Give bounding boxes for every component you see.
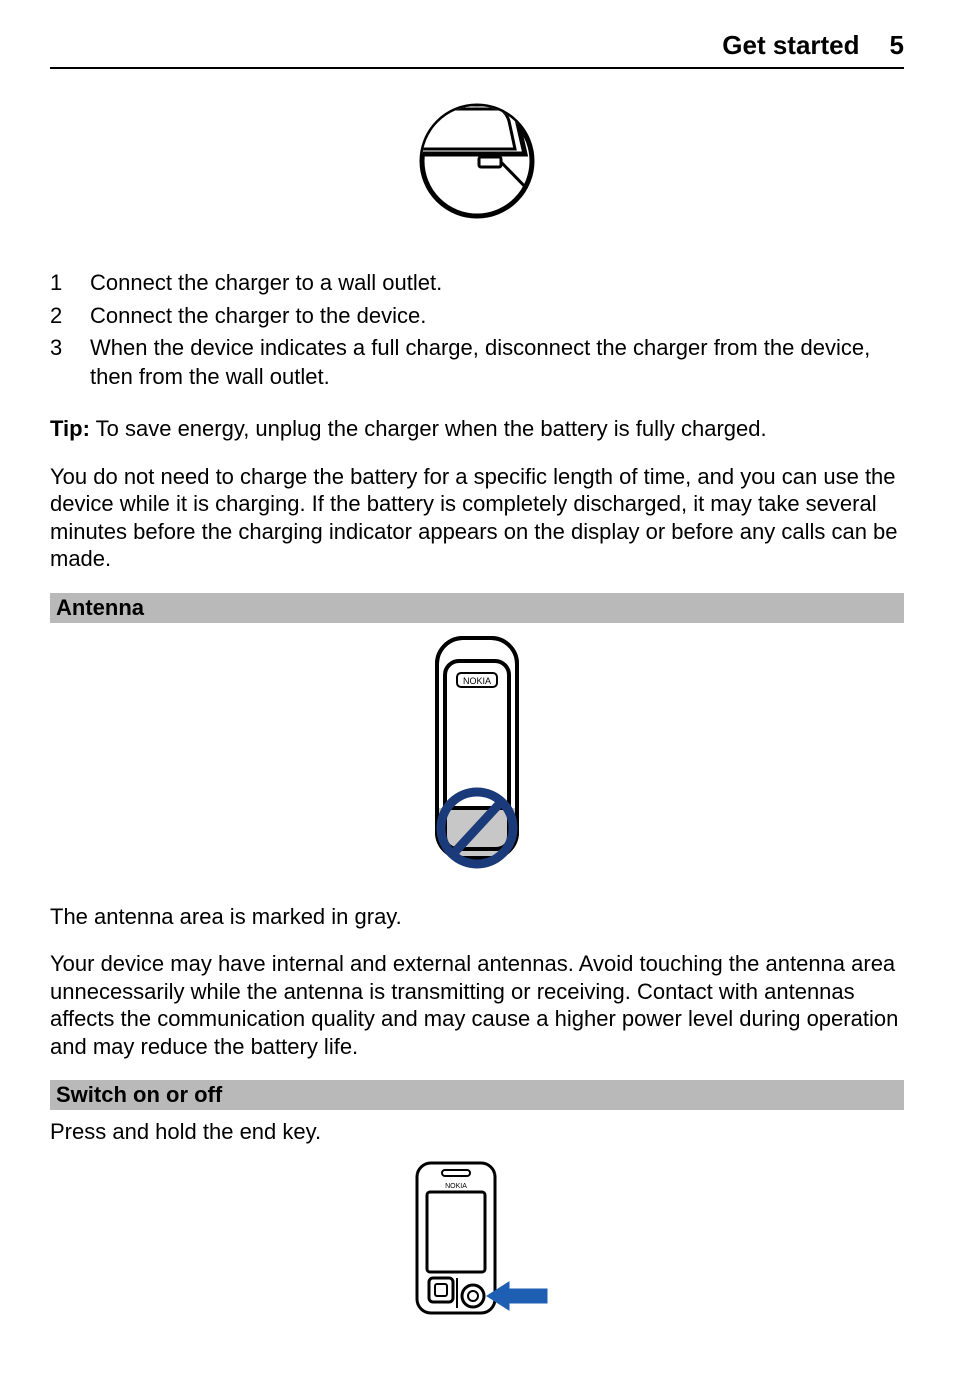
page-number: 5: [890, 30, 904, 61]
step-number: 3: [50, 334, 68, 391]
step-text: Connect the charger to the device.: [90, 302, 426, 331]
header-title: Get started: [722, 30, 859, 61]
section-heading-switch: Switch on or off: [50, 1080, 904, 1110]
step-number: 1: [50, 269, 68, 298]
tip-label: Tip:: [50, 416, 90, 441]
antenna-caption: The antenna area is marked in gray.: [50, 903, 904, 931]
tip-text: To save energy, unplug the charger when …: [90, 416, 767, 441]
section-heading-antenna: Antenna: [50, 593, 904, 623]
list-item: 1 Connect the charger to a wall outlet.: [50, 269, 904, 298]
nokia-label: NOKIA: [463, 676, 491, 686]
phone-back-icon: NOKIA: [407, 633, 547, 873]
page-header: Get started 5: [50, 30, 904, 61]
header-rule: [50, 67, 904, 69]
charge-paragraph: You do not need to charge the battery fo…: [50, 463, 904, 573]
charger-icon: [407, 99, 547, 239]
antenna-body: Your device may have internal and extern…: [50, 950, 904, 1060]
step-number: 2: [50, 302, 68, 331]
nokia-label: NOKIA: [445, 1183, 467, 1190]
step-text: Connect the charger to a wall outlet.: [90, 269, 442, 298]
step-text: When the device indicates a full charge,…: [90, 334, 904, 391]
tip-paragraph: Tip: To save energy, unplug the charger …: [50, 415, 904, 443]
figure-switch: NOKIA: [50, 1158, 904, 1318]
steps-list: 1 Connect the charger to a wall outlet. …: [50, 269, 904, 391]
phone-front-endkey-icon: NOKIA: [387, 1158, 567, 1318]
list-item: 2 Connect the charger to the device.: [50, 302, 904, 331]
figure-charger: [50, 99, 904, 239]
page: Get started 5 1 Connect the charger to a…: [0, 0, 954, 1388]
switch-body: Press and hold the end key.: [50, 1118, 904, 1146]
figure-antenna: NOKIA: [50, 633, 904, 873]
list-item: 3 When the device indicates a full charg…: [50, 334, 904, 391]
